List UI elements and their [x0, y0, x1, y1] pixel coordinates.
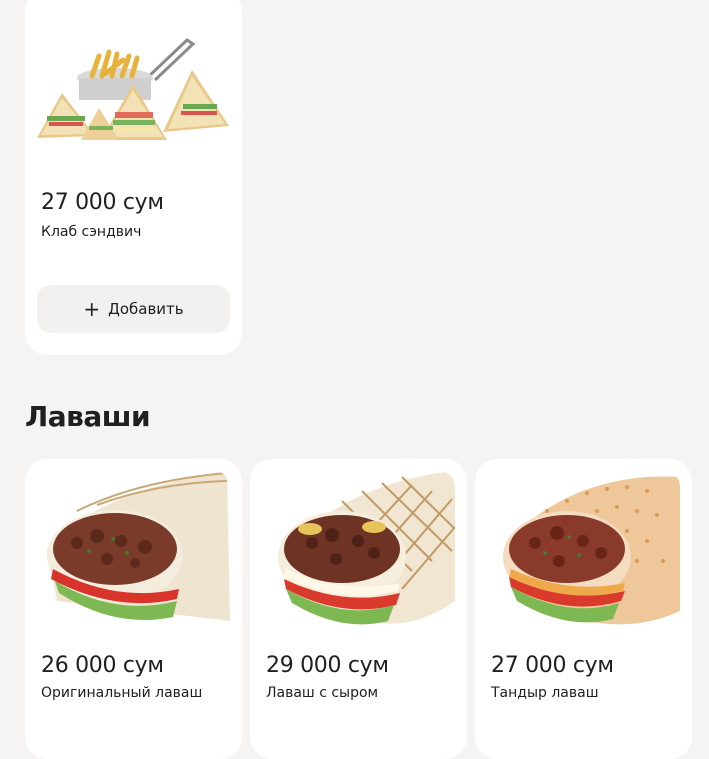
product-card-tandyr-lavash[interactable]: 27 000 сум Тандыр лаваш	[475, 459, 692, 759]
product-price: 26 000 сум	[41, 653, 164, 678]
product-card-club-sandwich[interactable]: 27 000 сум Клаб сэндвич + Добавить	[25, 0, 242, 355]
section-title: Лаваши	[25, 400, 151, 433]
product-price: 29 000 сум	[266, 653, 389, 678]
original-lavash-image	[37, 471, 230, 638]
lavash-with-cheese-image	[262, 471, 455, 638]
add-button-label: Добавить	[108, 300, 184, 318]
club-sandwich-image	[37, 8, 230, 158]
product-name: Оригинальный лаваш	[41, 685, 203, 701]
product-price: 27 000 сум	[491, 653, 614, 678]
product-card-lavash-with-cheese[interactable]: 29 000 сум Лаваш с сыром	[250, 459, 467, 759]
product-name: Клаб сэндвич	[41, 224, 142, 240]
product-name: Лаваш с сыром	[266, 685, 379, 701]
plus-icon: +	[83, 297, 101, 321]
product-card-original-lavash[interactable]: 26 000 сум Оригинальный лаваш	[25, 459, 242, 759]
product-name: Тандыр лаваш	[491, 685, 599, 701]
add-button[interactable]: + Добавить	[37, 285, 230, 333]
product-price: 27 000 сум	[41, 190, 164, 215]
tandyr-lavash-image	[487, 471, 680, 638]
